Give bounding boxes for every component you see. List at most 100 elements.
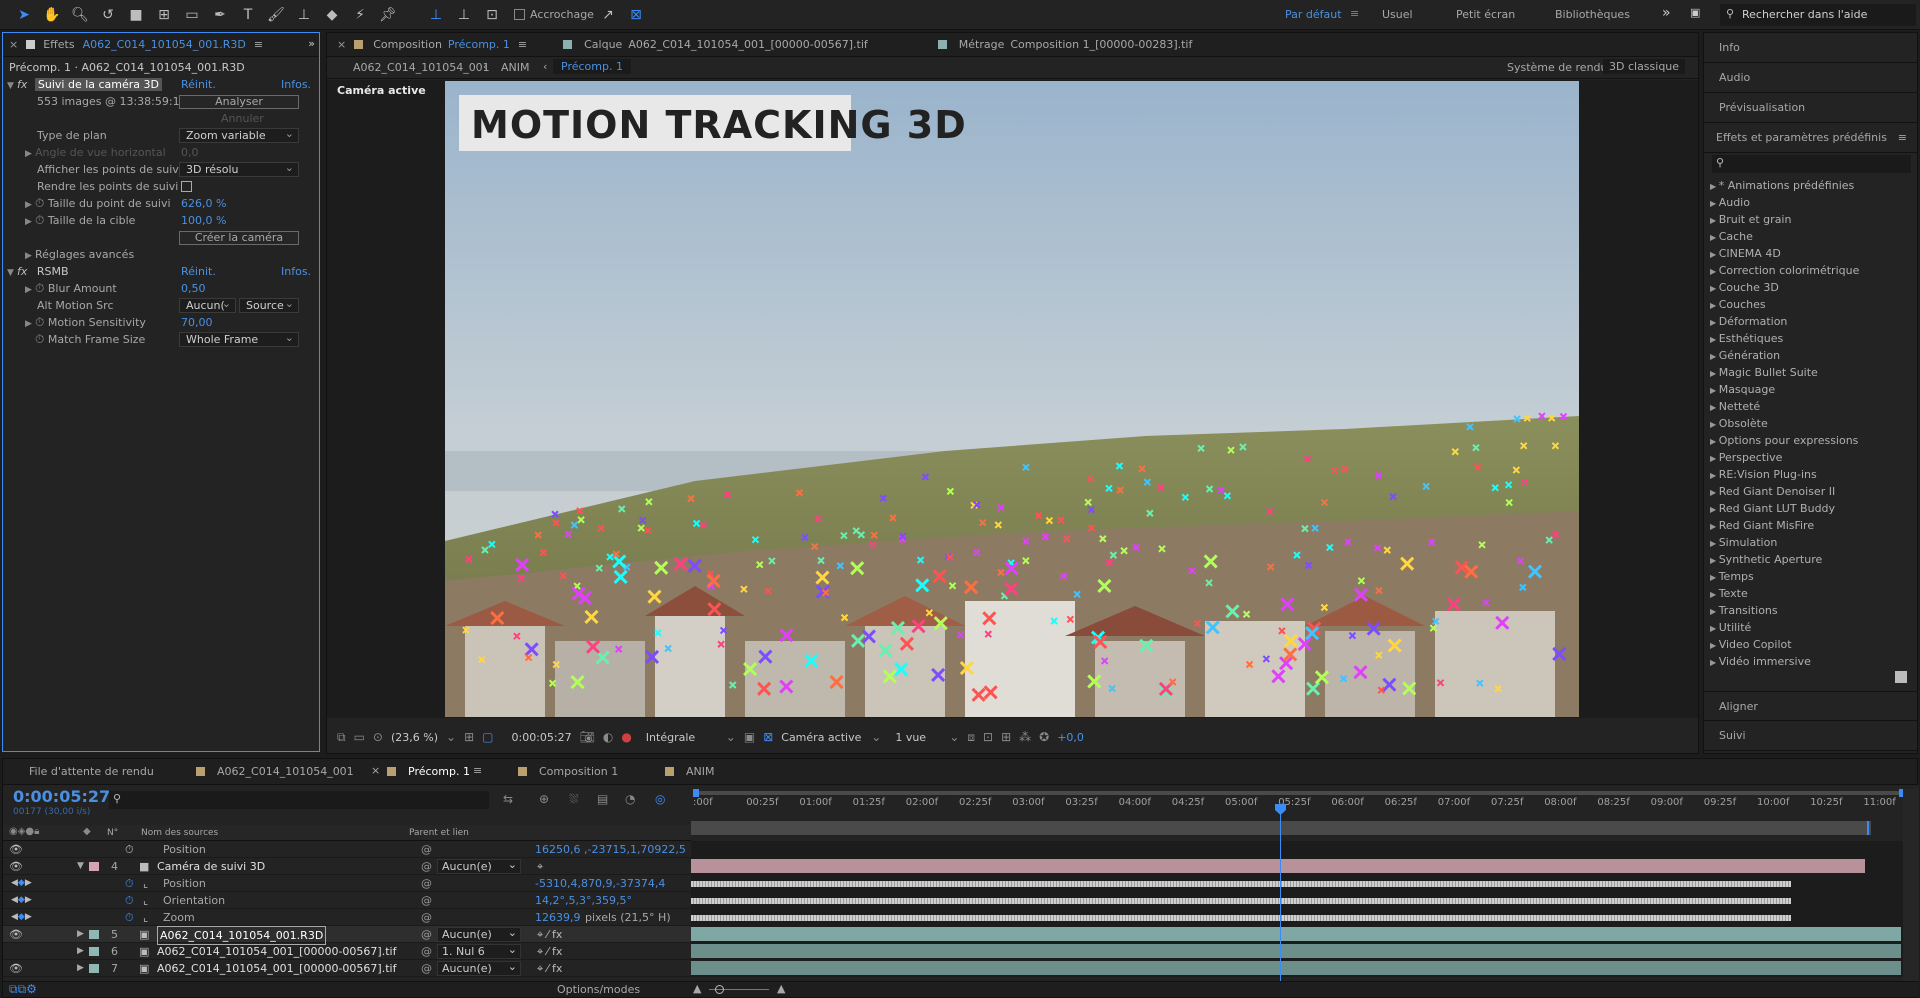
audio-panel-header[interactable]: Audio [1704, 63, 1917, 93]
chevron-down-icon[interactable]: ⌄ [726, 731, 736, 743]
crumb-2[interactable]: ANIM [501, 61, 530, 74]
snapping-checkbox[interactable] [514, 9, 525, 20]
visibility-eye-icon[interactable]: 👁︎ [9, 926, 23, 943]
brush-tool-icon[interactable]: 🖌︎ [262, 7, 290, 23]
keyframe-track[interactable] [691, 898, 1791, 904]
pickwhip-icon[interactable]: @ [421, 841, 432, 858]
property-value[interactable]: -5310,4,870,9,-37374,4 [535, 875, 665, 892]
effect-category-item[interactable]: Synthetic Aperture [1704, 551, 1917, 568]
options-modes-toggle[interactable]: Options/modes [557, 983, 640, 996]
layer-row[interactable]: 👁︎ ▶ 5 ▣ A062_C014_101054_001.R3D @ Aucun(e) ⌄ ⌖… [3, 926, 701, 945]
panel-layout-icon[interactable]: ▣ [1690, 6, 1700, 19]
layer-name[interactable]: Caméra de suivi 3D [157, 858, 265, 875]
tracker-effect-header[interactable]: ▼ fx Suivi de la caméra 3D Réinit. Infos. [7, 76, 311, 93]
layer-duration-bar[interactable] [691, 859, 1865, 873]
footage-tab-name[interactable]: Composition 1_[00000-00283].tif [1010, 38, 1192, 51]
zoom-in-icon[interactable]: ▲ [777, 982, 785, 995]
tab-composition-1[interactable]: Composition 1 [539, 765, 618, 778]
preview-panel-header[interactable]: Prévisualisation [1704, 93, 1917, 123]
parent-dropdown[interactable]: Aucun(e) ⌄ [437, 960, 521, 976]
effect-category-item[interactable]: Simulation [1704, 534, 1917, 551]
effect-category-item[interactable]: Audio [1704, 194, 1917, 211]
effect-category-item[interactable]: Vidéo immersive [1704, 653, 1917, 670]
expand-layer-icon[interactable]: ▶ [77, 943, 84, 960]
graph-icon[interactable]: ⌞ [143, 892, 148, 909]
show-snapshot-icon[interactable]: ◐ [603, 731, 613, 743]
alt-motion-src-layer-dropdown[interactable]: Aucun( [179, 297, 236, 313]
parent-dropdown[interactable]: 1. Nul 6 ⌄ [437, 943, 521, 959]
workspace-menu-icon[interactable]: ≡ [1350, 7, 1359, 20]
viewer-canvas[interactable]: Caméra active MOTION TRACKING 3D [327, 80, 1698, 718]
rectangle-tool-icon[interactable]: ▭ [178, 7, 206, 23]
zoom-dropdown[interactable]: (23,6 %) [391, 731, 438, 744]
pen-tool-icon[interactable]: ✒ [206, 7, 234, 23]
pickwhip-icon[interactable]: @ [421, 892, 432, 909]
tracker-reset[interactable]: Réinit. [181, 76, 216, 93]
effect-category-item[interactable]: Correction colorimétrique [1704, 262, 1917, 279]
panel-menu-icon[interactable]: ≡ [1898, 123, 1907, 153]
work-area-bar[interactable] [695, 791, 1903, 795]
layer-row[interactable]: ▶ 6 ▣ A062_C014_101054_001_[00000-00567].ti… [3, 943, 701, 960]
viewer-timecode[interactable]: 0:00:05:27 [511, 731, 571, 744]
keyframe-navigator-icon[interactable]: ◀◆▶ [11, 909, 32, 926]
layer-duration-bar[interactable] [691, 961, 1901, 975]
type-tool-icon[interactable]: T [234, 7, 262, 23]
snap-grid-icon[interactable]: ⊠ [622, 7, 650, 23]
tracker-about[interactable]: Infos. [281, 76, 311, 93]
analyze-button[interactable]: Analyser [179, 95, 299, 109]
snapshot-icon[interactable]: 📷︎ [580, 731, 595, 743]
layer-row[interactable]: 👁︎ ▼ 4 ■ Caméra de suivi 3D @ Aucun(e) ⌄ ⌖ [3, 858, 701, 875]
camera-view-dropdown[interactable]: Caméra active [781, 731, 863, 744]
snap-option-icon[interactable]: ↗ [594, 7, 622, 23]
info-panel-header[interactable]: Info [1704, 33, 1917, 63]
layer-switches-icon[interactable]: ⧉⧉⚙ [9, 983, 37, 995]
effect-category-item[interactable]: Déformation [1704, 313, 1917, 330]
clone-stamp-tool-icon[interactable]: ⊥ [290, 7, 318, 23]
layer-name[interactable]: Position [163, 875, 206, 892]
help-search-field[interactable]: ⚲ Rechercher dans l'aide [1720, 4, 1916, 26]
layer-name[interactable]: A062_C014_101054_001_[00000-00567].tif [157, 960, 396, 977]
shot-type-dropdown[interactable]: Zoom variable [179, 127, 299, 143]
frame-blending-icon[interactable]: ▤ [597, 793, 608, 805]
property-value[interactable]: 16250,6 ,-23715,1,70922,5 [535, 841, 686, 858]
graph-editor-icon[interactable]: ◎ [655, 793, 665, 805]
workspace-bibliotheques[interactable]: Bibliothèques [1555, 8, 1630, 21]
tab-menu-icon[interactable]: ≡ [518, 38, 527, 51]
eraser-tool-icon[interactable]: ◆ [318, 7, 346, 23]
tab-source-comp[interactable]: A062_C014_101054_001 [217, 765, 354, 778]
close-tab-icon[interactable]: × [371, 764, 380, 777]
keyframe-navigator-icon[interactable]: ◀◆▶ [11, 875, 32, 892]
stopwatch-icon[interactable]: ⏱︎ [125, 892, 134, 909]
pickwhip-icon[interactable]: @ [421, 875, 432, 892]
effect-category-item[interactable]: Texte [1704, 585, 1917, 602]
tab-precomp-1[interactable]: Précomp. 1 [408, 765, 470, 778]
parent-dropdown[interactable]: Aucun(e) ⌄ [437, 926, 521, 942]
effect-category-item[interactable]: Obsolète [1704, 415, 1917, 432]
stopwatch-icon[interactable]: ⏱︎ [35, 333, 44, 345]
property-row[interactable]: 👁︎ ⏱︎ Position @16250,6 ,-23715,1,70922,5 [3, 841, 701, 858]
layer-label-color[interactable] [89, 964, 99, 973]
renderer-value[interactable]: 3D classique [1603, 59, 1686, 74]
exposure-value[interactable]: +0,0 [1057, 731, 1084, 744]
resolution-dropdown[interactable]: Intégrale [646, 731, 718, 744]
selection-tool-icon[interactable]: ➤ [10, 7, 38, 23]
vr-icon[interactable]: ⊙ [373, 731, 383, 743]
stopwatch-icon[interactable]: ⏱︎ [35, 316, 44, 328]
layer-switches[interactable]: ⌖ [537, 858, 543, 875]
effect-category-item[interactable]: Perspective [1704, 449, 1917, 466]
rsmb-about[interactable]: Infos. [281, 263, 311, 280]
roto-brush-tool-icon[interactable]: ⚡︎ [346, 7, 374, 23]
composition-frame[interactable]: MOTION TRACKING 3D [445, 81, 1579, 717]
transparency-grid-icon[interactable]: ⊠ [763, 731, 773, 743]
always-preview-icon[interactable]: ⧉ [337, 731, 346, 743]
effect-category-item[interactable]: Bruit et grain [1704, 211, 1917, 228]
effects-tab-label[interactable]: Effets [43, 38, 74, 51]
hand-tool-icon[interactable]: ✋ [38, 7, 66, 23]
zoom-out-icon[interactable]: ▲ [693, 982, 701, 995]
effect-category-item[interactable]: Netteté [1704, 398, 1917, 415]
region-of-interest-icon[interactable]: ▣ [744, 731, 755, 743]
color-channel-icon[interactable]: ● [621, 731, 631, 743]
effect-category-item[interactable]: RE:Vision Plug-ins [1704, 466, 1917, 483]
layer-name[interactable]: Position [163, 841, 206, 858]
effect-category-item[interactable]: Couches [1704, 296, 1917, 313]
